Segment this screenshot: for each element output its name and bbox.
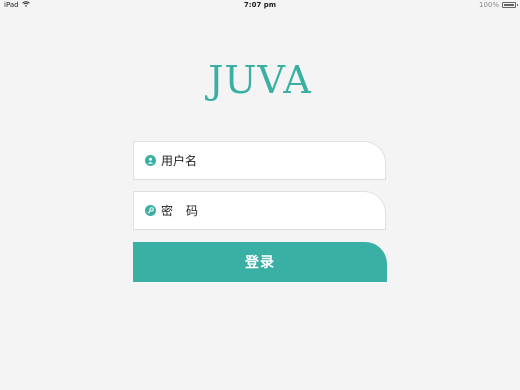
status-time: 7:07 pm	[243, 1, 277, 9]
password-label: 密码	[161, 204, 212, 218]
password-field[interactable]: 密码	[133, 191, 386, 230]
username-label: 用户名	[161, 154, 198, 168]
battery-fill	[504, 4, 514, 6]
app-logo: JUVA	[208, 58, 312, 102]
user-icon	[145, 155, 156, 166]
status-bar: iPad 7:07 pm 100%	[0, 0, 520, 10]
battery-icon	[502, 2, 518, 8]
battery-percentage: 100%	[478, 1, 499, 9]
username-field[interactable]: 用户名	[133, 141, 386, 180]
password-input[interactable]	[211, 194, 385, 227]
login-button[interactable]: 登录	[133, 242, 387, 282]
status-bar-right: 100%	[478, 1, 518, 9]
username-input[interactable]	[197, 144, 385, 177]
key-icon	[145, 205, 156, 216]
